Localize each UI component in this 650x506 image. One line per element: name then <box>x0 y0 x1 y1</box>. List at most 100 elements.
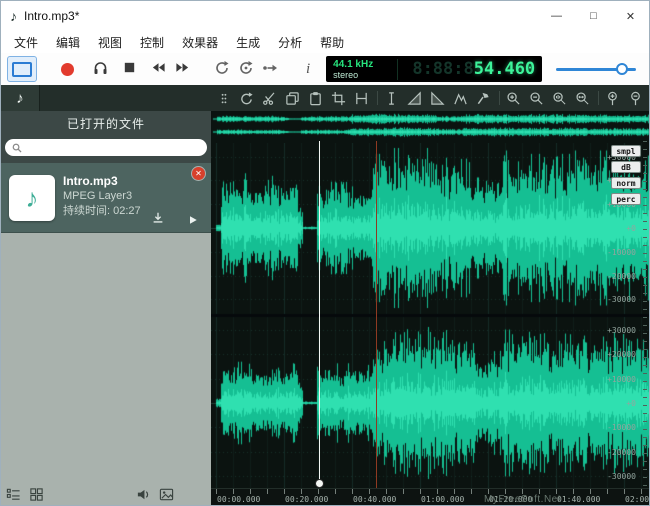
menu-help[interactable]: 帮助 <box>311 31 353 54</box>
time-display: 8:88:8 54.460 <box>404 59 535 79</box>
insert-silence-button[interactable] <box>382 89 401 108</box>
menu-effects[interactable]: 效果器 <box>173 31 227 54</box>
amplitude-label: -30000 <box>607 295 636 304</box>
skip-back-icon <box>150 60 167 75</box>
search-input[interactable] <box>27 140 200 155</box>
loop-icon <box>214 60 230 76</box>
fade-out-button[interactable] <box>428 89 447 108</box>
normalize-button[interactable] <box>474 89 493 108</box>
edit-cursor[interactable] <box>319 141 320 488</box>
amplitude-label: -10000 <box>607 423 636 432</box>
search-icon <box>12 143 22 153</box>
file-duration: 持续时间: 02:27 <box>63 205 203 218</box>
scale-smpl-button[interactable]: smpl <box>611 145 641 157</box>
menu-generate[interactable]: 生成 <box>227 31 269 54</box>
speaker-icon[interactable] <box>136 487 152 503</box>
zoom-in-button[interactable] <box>504 89 523 108</box>
info-button[interactable]: i <box>306 61 310 78</box>
play-cursor[interactable] <box>376 141 377 488</box>
time-ruler-label: 01:40.000 <box>557 495 600 504</box>
scale-perc-button[interactable]: perc <box>611 193 641 205</box>
time-ruler-label: 02:00 <box>625 495 649 504</box>
file-name: Intro.mp3 <box>63 174 203 188</box>
toolbar-grip-icon[interactable] <box>214 89 233 108</box>
watermark: MyFreeSoft.Net <box>484 494 561 505</box>
stop-button[interactable] <box>122 60 140 78</box>
redo-button[interactable] <box>237 89 256 108</box>
image-view-icon[interactable] <box>159 487 175 503</box>
waveform-canvas[interactable] <box>211 143 650 488</box>
sidebar-header: 已打开的文件 <box>1 111 211 135</box>
paste-button[interactable] <box>306 89 325 108</box>
menu-control[interactable]: 控制 <box>131 31 173 54</box>
record-button[interactable] <box>61 63 74 76</box>
loop-selection-button[interactable] <box>238 60 256 78</box>
download-icon[interactable] <box>151 211 165 225</box>
transport-toolbar: i 44.1 kHz stereo 8:88:8 54.460 <box>1 53 649 85</box>
menu-view[interactable]: 视图 <box>89 31 131 54</box>
scale-norm-button[interactable]: norm <box>611 177 641 189</box>
amplitude-label: -20000 <box>607 272 636 281</box>
grid-view-icon[interactable] <box>29 487 45 503</box>
menu-analyze[interactable]: 分析 <box>269 31 311 54</box>
selection-tool-button[interactable] <box>7 56 37 82</box>
close-button[interactable]: ✕ <box>612 1 649 31</box>
channel-mode-value: stereo <box>333 70 389 80</box>
trim-icon <box>354 91 369 106</box>
file-thumbnail: ♪ <box>9 175 55 221</box>
amplitude-label: -10000 <box>607 248 636 257</box>
zoom-vertical-out-button[interactable] <box>626 89 645 108</box>
volume-slider[interactable] <box>556 60 636 78</box>
waveform-overview[interactable] <box>211 113 650 139</box>
minimize-button[interactable]: — <box>538 1 575 31</box>
sidebar-footer <box>1 485 211 505</box>
fade-in-button[interactable] <box>405 89 424 108</box>
fade-in-icon <box>407 91 422 106</box>
time-ghost-digits: 8:88:8 <box>412 59 473 79</box>
file-list-item[interactable]: ♪ Intro.mp3 MPEG Layer3 持续时间: 02:27 ✕ <box>1 163 211 233</box>
trim-button[interactable] <box>352 89 371 108</box>
zoom-in-icon <box>506 91 521 106</box>
menubar: 文件 编辑 视图 控制 效果器 生成 分析 帮助 <box>1 31 649 53</box>
search-bar <box>1 135 211 163</box>
time-value: 54.460 <box>474 59 535 79</box>
zoom-all-button[interactable] <box>573 89 592 108</box>
time-ruler[interactable]: 00:00.00000:20.00000:40.00001:00.00001:2… <box>211 488 649 506</box>
menu-file[interactable]: 文件 <box>5 31 47 54</box>
titlebar: ♪ Intro.mp3* — □ ✕ <box>1 1 649 31</box>
zoom-selection-button[interactable] <box>550 89 569 108</box>
amplitude-label: +30000 <box>607 326 636 335</box>
stop-icon <box>122 60 137 75</box>
copy-button[interactable] <box>283 89 302 108</box>
zoom-out-button[interactable] <box>527 89 546 108</box>
monitor-button[interactable] <box>92 60 110 78</box>
skip-forward-icon <box>174 60 191 75</box>
loop-selection-icon <box>238 60 254 76</box>
file-format: MPEG Layer3 <box>63 190 203 203</box>
amplitude-label: +0 <box>626 224 636 233</box>
redo-icon <box>239 91 254 106</box>
app-icon: ♪ <box>10 8 17 24</box>
volume-handle[interactable] <box>616 63 628 75</box>
play-file-icon[interactable] <box>187 213 199 225</box>
loop-button[interactable] <box>214 60 232 78</box>
scale-db-button[interactable]: dB <box>611 161 641 173</box>
play-from-cursor-button[interactable] <box>262 60 280 78</box>
menu-edit[interactable]: 编辑 <box>47 31 89 54</box>
close-file-button[interactable]: ✕ <box>192 167 205 180</box>
cut-button[interactable] <box>260 89 279 108</box>
app-window: ♪ Intro.mp3* — □ ✕ 文件 编辑 视图 控制 效果器 生成 分析… <box>0 0 650 506</box>
crop-icon <box>331 91 346 106</box>
skip-forward-button[interactable] <box>174 60 192 78</box>
cursor-handle[interactable] <box>315 479 324 488</box>
crop-button[interactable] <box>329 89 348 108</box>
play-from-cursor-icon <box>262 60 278 76</box>
skip-back-button[interactable] <box>150 60 168 78</box>
amplitude-label: -20000 <box>607 448 636 457</box>
maximize-button[interactable]: □ <box>575 1 612 31</box>
file-tab-icon[interactable]: ♪ <box>1 85 40 111</box>
zoom-vertical-in-button[interactable] <box>603 89 622 108</box>
envelope-button[interactable] <box>451 89 470 108</box>
edit-toolbar: ♪ <box>1 85 649 111</box>
list-view-icon[interactable] <box>6 487 22 503</box>
